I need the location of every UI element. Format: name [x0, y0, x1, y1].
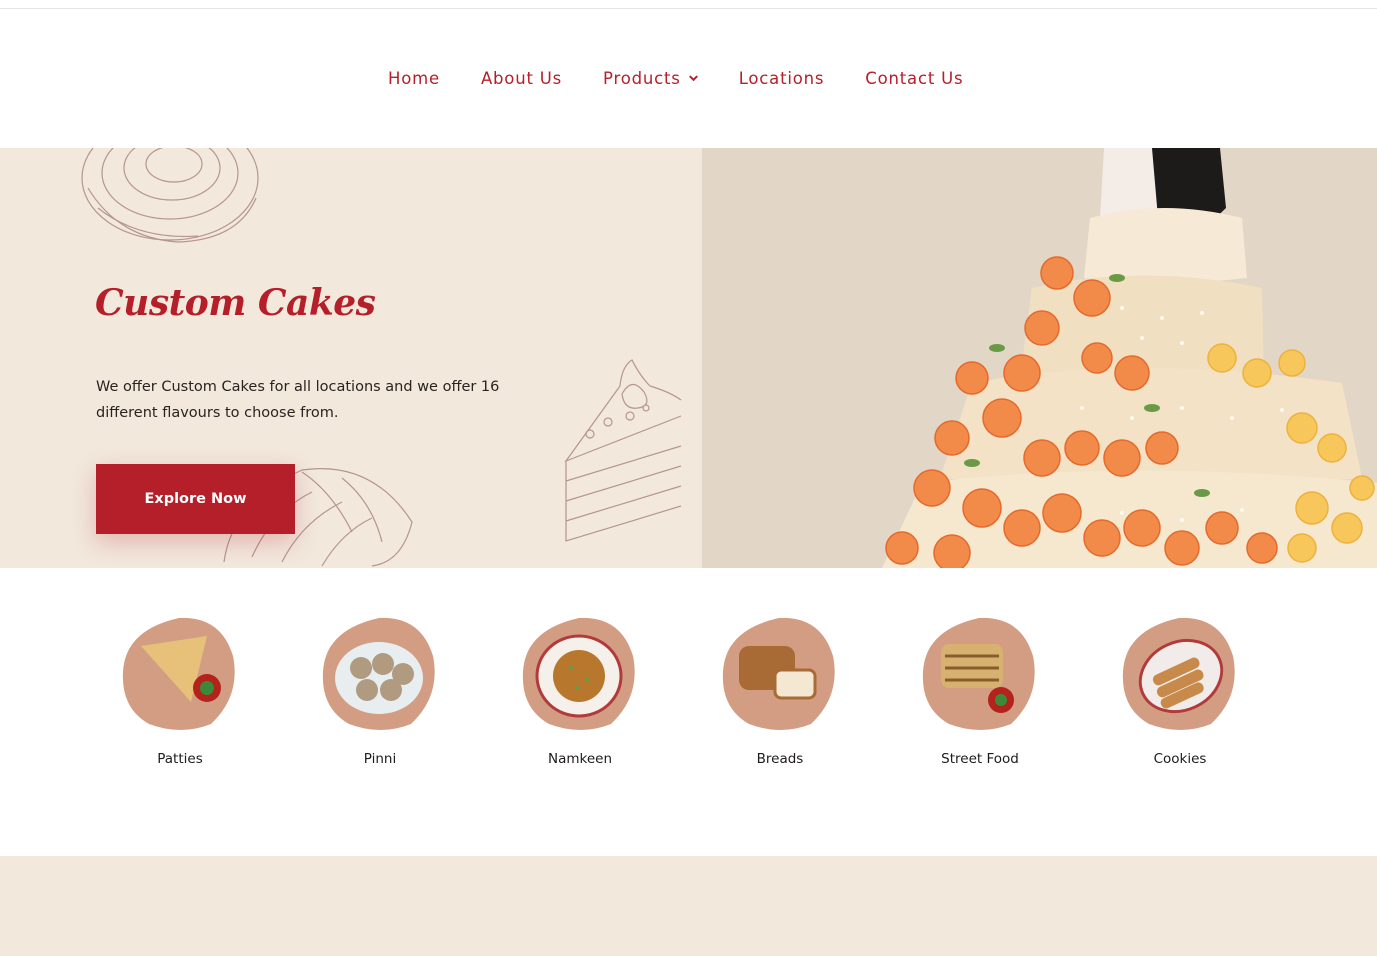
- nav-label: Contact Us: [865, 69, 964, 88]
- breads-image: [721, 616, 839, 734]
- wedding-cake-image: [882, 148, 1377, 568]
- hero-cake-image: [702, 148, 1377, 568]
- nav-item-about-us[interactable]: About Us: [481, 69, 562, 88]
- nav-item-home[interactable]: Home: [388, 69, 440, 88]
- chevron-down-icon: [689, 75, 698, 82]
- product-label: Breads: [756, 751, 804, 767]
- patties-image: [121, 616, 239, 734]
- product-categories: Patties Pinni Namkeen Breads Street Food…: [0, 568, 1377, 856]
- hero-content-panel: Custom Cakes We offer Custom Cakes for a…: [0, 148, 702, 568]
- nav-label: Products: [603, 69, 681, 88]
- product-label: Cookies: [1153, 751, 1207, 767]
- nav-label: Home: [388, 69, 440, 88]
- main-navigation: Home About Us Products Locations Contact…: [0, 9, 1377, 148]
- product-card-pinni[interactable]: Pinni: [300, 616, 460, 767]
- nav-label: Locations: [738, 69, 825, 88]
- product-card-cookies[interactable]: Cookies: [1100, 616, 1260, 767]
- explore-now-button[interactable]: Explore Now: [96, 464, 295, 534]
- product-label: Patties: [157, 751, 203, 767]
- pinni-image: [321, 616, 439, 734]
- product-label: Pinni: [363, 751, 397, 767]
- bun-sketch-illustration: [81, 148, 259, 243]
- nav-item-contact-us[interactable]: Contact Us: [865, 69, 963, 88]
- namkeen-image: [521, 616, 639, 734]
- nav-item-products[interactable]: Products: [603, 69, 698, 88]
- product-card-namkeen[interactable]: Namkeen: [500, 616, 660, 767]
- hero-section: Custom Cakes We offer Custom Cakes for a…: [0, 148, 1377, 568]
- product-card-street-food[interactable]: Street Food: [900, 616, 1060, 767]
- product-card-patties[interactable]: Patties: [100, 616, 260, 767]
- cookies-image: [1121, 616, 1239, 734]
- product-label: Namkeen: [547, 751, 613, 767]
- product-card-breads[interactable]: Breads: [700, 616, 860, 767]
- next-section-band: [0, 856, 1377, 956]
- nav-menu: Home About Us Products Locations Contact…: [388, 69, 963, 88]
- nav-item-locations[interactable]: Locations: [739, 69, 825, 88]
- street-food-image: [921, 616, 1039, 734]
- nav-label: About Us: [480, 69, 563, 88]
- product-label: Street Food: [941, 751, 1019, 767]
- cake-slice-sketch-illustration: [564, 359, 682, 542]
- hero-title: Custom Cakes: [95, 282, 376, 324]
- hero-description: We offer Custom Cakes for all locations …: [96, 379, 500, 421]
